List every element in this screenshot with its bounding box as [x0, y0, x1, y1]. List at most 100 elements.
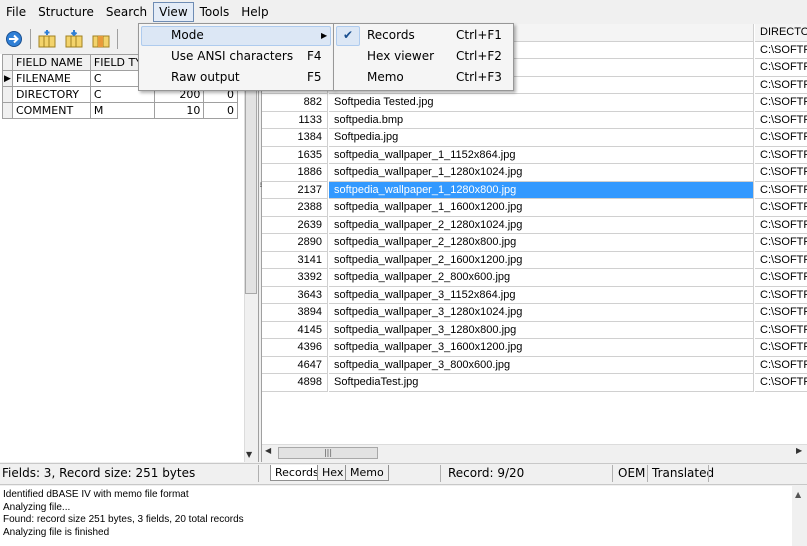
scroll-left-arrow-icon[interactable]: ◀	[265, 446, 271, 455]
directory-header[interactable]: DIRECTO	[755, 24, 807, 42]
filename-cell[interactable]: Softpedia Tested.jpg	[329, 94, 754, 112]
scroll-up-arrow-icon[interactable]: ▲	[795, 490, 801, 499]
record-offset-cell[interactable]: 4898	[262, 374, 328, 392]
record-offset-cell[interactable]: 2890	[262, 234, 328, 252]
directory-cell[interactable]: C:\SOFTF	[755, 94, 807, 112]
table-row[interactable]: 2388 softpedia_wallpaper_1_1600x1200.jpg C…	[262, 199, 807, 217]
field-name-header[interactable]: FIELD NAME	[11, 54, 91, 71]
record-offset-cell[interactable]: 3643	[262, 286, 328, 304]
directory-cell[interactable]: C:\SOFTF	[755, 322, 807, 339]
record-offset-cell[interactable]: 3141	[262, 251, 328, 269]
menu-item-raw-output[interactable]: Raw output	[171, 67, 240, 88]
table-row[interactable]: 2890 softpedia_wallpaper_2_1280x800.jpg C:…	[262, 234, 807, 252]
records-scroll-thumb[interactable]: |||	[278, 447, 378, 459]
filename-cell[interactable]: softpedia_wallpaper_3_1280x1024.jpg	[329, 304, 754, 322]
filename-cell[interactable]: softpedia.bmp	[329, 111, 754, 129]
log-vertical-scrollbar[interactable]: ▲	[792, 486, 807, 546]
menu-search[interactable]: Search	[100, 2, 153, 22]
field-length-cell[interactable]: 10	[153, 102, 205, 119]
delete-field-button[interactable]	[90, 28, 112, 50]
filename-cell[interactable]: SoftpediaTest.jpg	[329, 374, 754, 392]
table-row[interactable]: 2137 softpedia_wallpaper_1_1280x800.jpg C:…	[262, 181, 807, 199]
field-name-cell[interactable]: DIRECTORY	[11, 86, 91, 103]
menu-item-records[interactable]: Records	[367, 25, 415, 46]
directory-cell[interactable]: C:\SOFTF	[755, 304, 807, 322]
directory-cell[interactable]: C:\SOFTF	[755, 42, 807, 59]
directory-cell[interactable]: C:\SOFTF	[755, 217, 807, 234]
directory-cell[interactable]: C:\SOFTF	[755, 129, 807, 147]
filename-cell[interactable]: softpedia_wallpaper_2_1600x1200.jpg	[329, 251, 754, 269]
filename-cell[interactable]: softpedia_wallpaper_3_800x600.jpg	[329, 356, 754, 374]
directory-cell[interactable]: C:\SOFTF	[755, 234, 807, 252]
record-offset-cell[interactable]: 2639	[262, 216, 328, 234]
filename-cell[interactable]: softpedia_wallpaper_1_1600x1200.jpg	[329, 199, 754, 217]
tab-memo[interactable]: Memo	[345, 465, 389, 481]
record-offset-cell[interactable]: 1384	[262, 129, 328, 147]
record-offset-cell[interactable]: 1133	[262, 111, 328, 129]
filename-cell[interactable]: softpedia_wallpaper_1_1280x1024.jpg	[329, 164, 754, 182]
table-row[interactable]: 3392 softpedia_wallpaper_2_800x600.jpg C:\…	[262, 269, 807, 287]
record-offset-cell[interactable]: 3392	[262, 269, 328, 287]
menu-tools[interactable]: Tools	[194, 2, 236, 22]
add-field-button[interactable]	[36, 28, 58, 50]
record-offset-cell[interactable]: 882	[262, 94, 328, 112]
record-offset-cell[interactable]: 4145	[262, 321, 328, 339]
directory-cell[interactable]: C:\SOFTF	[755, 59, 807, 77]
record-offset-cell[interactable]: 1635	[262, 146, 328, 164]
menu-help[interactable]: Help	[235, 2, 274, 22]
menu-view[interactable]: View	[153, 2, 194, 22]
filename-cell[interactable]: Softpedia.jpg	[329, 129, 754, 147]
field-type-cell[interactable]: M	[89, 102, 155, 119]
filename-cell[interactable]: softpedia_wallpaper_2_1280x1024.jpg	[329, 216, 754, 234]
scroll-down-arrow-icon[interactable]: ▼	[246, 450, 252, 459]
filename-cell[interactable]: softpedia_wallpaper_3_1152x864.jpg	[329, 286, 754, 304]
field-name-cell[interactable]: FILENAME	[11, 70, 91, 87]
table-row[interactable]: 4145 softpedia_wallpaper_3_1280x800.jpg C:…	[262, 321, 807, 339]
directory-cell[interactable]: C:\SOFTF	[755, 164, 807, 182]
menu-structure[interactable]: Structure	[32, 2, 100, 22]
directory-cell[interactable]: C:\SOFTF	[755, 339, 807, 357]
tab-hex[interactable]: Hex	[317, 465, 349, 481]
table-row[interactable]: 3643 softpedia_wallpaper_3_1152x864.jpg C:…	[262, 286, 807, 304]
table-row[interactable]: COMMENT M 10 0	[2, 102, 238, 119]
table-row[interactable]: 1384 Softpedia.jpg C:\SOFTF	[262, 129, 807, 147]
directory-cell[interactable]: C:\SOFTF	[755, 77, 807, 94]
directory-cell[interactable]: C:\SOFTF	[755, 112, 807, 129]
table-row[interactable]: 2639 softpedia_wallpaper_2_1280x1024.jpg C…	[262, 216, 807, 234]
scroll-right-arrow-icon[interactable]: ▶	[796, 446, 802, 455]
field-name-cell[interactable]: COMMENT	[11, 102, 91, 119]
filename-cell[interactable]: softpedia_wallpaper_3_1600x1200.jpg	[329, 339, 754, 357]
directory-cell[interactable]: C:\SOFTF	[755, 252, 807, 269]
record-offset-cell[interactable]: 2388	[262, 199, 328, 217]
tab-records[interactable]: Records	[270, 465, 324, 481]
directory-cell[interactable]: C:\SOFTF	[755, 199, 807, 217]
record-offset-cell[interactable]: 3894	[262, 304, 328, 322]
menu-file[interactable]: File	[0, 2, 32, 22]
directory-cell[interactable]: C:\SOFTF	[755, 147, 807, 164]
table-row[interactable]: 1886 softpedia_wallpaper_1_1280x1024.jpg C…	[262, 164, 807, 182]
table-row[interactable]: 4396 softpedia_wallpaper_3_1600x1200.jpg C…	[262, 339, 807, 357]
field-decimal-cell[interactable]: 0	[203, 102, 238, 119]
insert-field-button[interactable]	[63, 28, 85, 50]
record-offset-cell[interactable]: 4396	[262, 339, 328, 357]
table-row[interactable]: 1635 softpedia_wallpaper_1_1152x864.jpg C:…	[262, 146, 807, 164]
menu-item-hex-viewer[interactable]: Hex viewer	[367, 46, 434, 67]
directory-cell[interactable]: C:\SOFTF	[755, 182, 807, 199]
menu-item-memo[interactable]: Memo	[367, 67, 404, 88]
table-row[interactable]: 3141 softpedia_wallpaper_2_1600x1200.jpg C…	[262, 251, 807, 269]
record-offset-cell[interactable]: 2137	[262, 181, 328, 199]
table-row[interactable]: 3894 softpedia_wallpaper_3_1280x1024.jpg C…	[262, 304, 807, 322]
directory-cell[interactable]: C:\SOFTF	[755, 357, 807, 374]
filename-cell[interactable]: softpedia_wallpaper_2_1280x800.jpg	[329, 234, 754, 252]
open-file-button[interactable]	[3, 28, 25, 50]
directory-cell[interactable]: C:\SOFTF	[755, 374, 807, 392]
filename-cell[interactable]: softpedia_wallpaper_1_1280x800.jpg	[329, 181, 754, 199]
table-row[interactable]: 4898 SoftpediaTest.jpg C:\SOFTF	[262, 374, 807, 392]
filename-cell[interactable]: softpedia_wallpaper_3_1280x800.jpg	[329, 321, 754, 339]
table-row[interactable]: 4647 softpedia_wallpaper_3_800x600.jpg C:\…	[262, 356, 807, 374]
menu-item-use-ansi[interactable]: Use ANSI characters	[171, 46, 293, 67]
table-row[interactable]: 1133 softpedia.bmp C:\SOFTF	[262, 111, 807, 129]
record-offset-cell[interactable]: 1886	[262, 164, 328, 182]
filename-cell[interactable]: softpedia_wallpaper_2_800x600.jpg	[329, 269, 754, 287]
record-offset-cell[interactable]: 4647	[262, 356, 328, 374]
